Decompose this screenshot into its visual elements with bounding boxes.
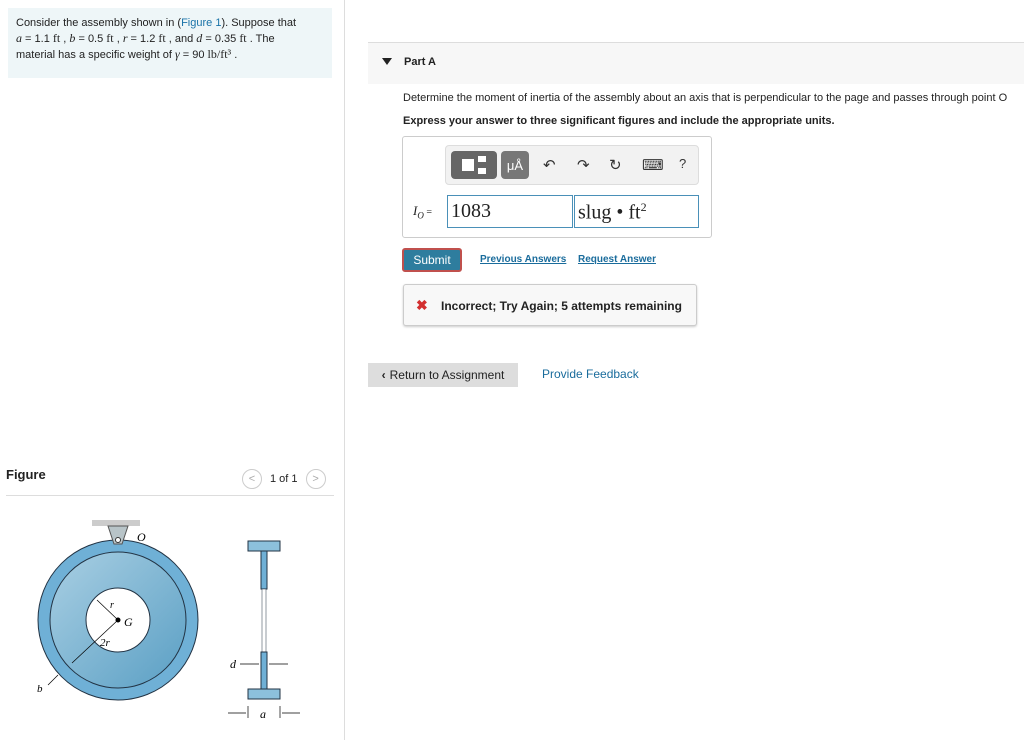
unit: lb/ft³ <box>207 47 232 61</box>
section-bottom-flange <box>247 688 281 700</box>
prev-figure-button[interactable]: < <box>242 469 262 489</box>
unit: ft <box>158 31 166 45</box>
figure-heading: Figure <box>6 467 46 482</box>
redo-icon[interactable]: ↷ <box>577 156 590 174</box>
part-title: Part A <box>404 56 436 68</box>
text: . The <box>246 33 275 45</box>
column-divider <box>344 0 345 740</box>
answer-box: μÅ ↶ ↷ ↻ ⌨ ? IO = 1083 slug • ft2 <box>402 136 712 238</box>
math-toolbar: μÅ ↶ ↷ ↻ ⌨ ? <box>445 145 699 185</box>
templates-button[interactable] <box>451 151 497 179</box>
problem-statement: Consider the assembly shown in (Figure 1… <box>8 8 332 78</box>
label-O: O <box>137 530 146 544</box>
ceiling-support <box>92 520 140 526</box>
unit: ft <box>106 31 114 45</box>
text: . <box>231 49 238 61</box>
part-a-header[interactable]: Part A <box>368 42 1024 84</box>
provide-feedback-link[interactable]: Provide Feedback <box>542 367 639 381</box>
unit: ft <box>239 31 247 45</box>
value-input[interactable]: 1083 <box>447 195 573 228</box>
question-text: Determine the moment of inertia of the a… <box>403 92 1008 104</box>
submit-button[interactable]: Submit <box>402 248 462 272</box>
text: , and <box>165 33 197 45</box>
request-answer-link[interactable]: Request Answer <box>578 254 656 265</box>
divider <box>6 495 334 496</box>
val: = 0.5 <box>75 33 107 45</box>
units-button[interactable]: μÅ <box>501 151 529 179</box>
val: = 1.2 <box>127 33 159 45</box>
text: material has a specific weight of <box>16 49 175 61</box>
page-indicator: 1 of 1 <box>270 473 298 485</box>
undo-icon[interactable]: ↶ <box>543 156 556 174</box>
label-2r: 2r <box>100 637 111 649</box>
collapse-triangle-icon[interactable] <box>382 58 392 65</box>
previous-answers-link[interactable]: Previous Answers <box>480 254 566 265</box>
equals: = <box>423 207 432 218</box>
label-b: b <box>37 683 43 695</box>
units-text: slug • ft <box>578 201 641 224</box>
fraction-template-icon <box>462 159 474 171</box>
text: Consider the assembly shown in ( <box>16 17 182 29</box>
text: ). Suppose that <box>221 17 297 29</box>
units-exponent: 2 <box>640 200 647 214</box>
keyboard-icon[interactable]: ⌨ <box>642 156 664 174</box>
pin <box>115 537 121 543</box>
help-icon[interactable]: ? <box>679 156 686 171</box>
reset-icon[interactable]: ↻ <box>609 156 622 174</box>
label-r: r <box>110 600 114 611</box>
val: = 0.35 <box>202 33 240 45</box>
answer-label: IO = <box>413 203 432 221</box>
chevron-left-icon: ‹ <box>381 368 386 382</box>
return-label: Return to Assignment <box>389 368 505 382</box>
figure-pager: < 1 of 1 > <box>242 469 326 489</box>
units-input[interactable]: slug • ft2 <box>574 195 699 228</box>
incorrect-x-icon: ✖ <box>416 297 428 313</box>
feedback-box: ✖ Incorrect; Try Again; 5 attempts remai… <box>403 284 697 326</box>
return-to-assignment-button[interactable]: ‹ Return to Assignment <box>368 363 518 387</box>
instruction-text: Express your answer to three significant… <box>403 115 835 127</box>
unit: ft <box>52 31 61 45</box>
val: = 1.1 <box>22 33 53 45</box>
label-a: a <box>260 707 266 721</box>
figure-link[interactable]: Figure 1 <box>181 17 221 29</box>
val: = 90 <box>179 49 208 61</box>
next-figure-button[interactable]: > <box>305 469 326 489</box>
assembly-figure: O G r 2r b d a <box>37 520 300 721</box>
section-top-flange <box>247 540 281 552</box>
label-G: G <box>124 615 133 629</box>
feedback-text: Incorrect; Try Again; 5 attempts remaini… <box>441 299 682 313</box>
label-d: d <box>230 657 237 671</box>
